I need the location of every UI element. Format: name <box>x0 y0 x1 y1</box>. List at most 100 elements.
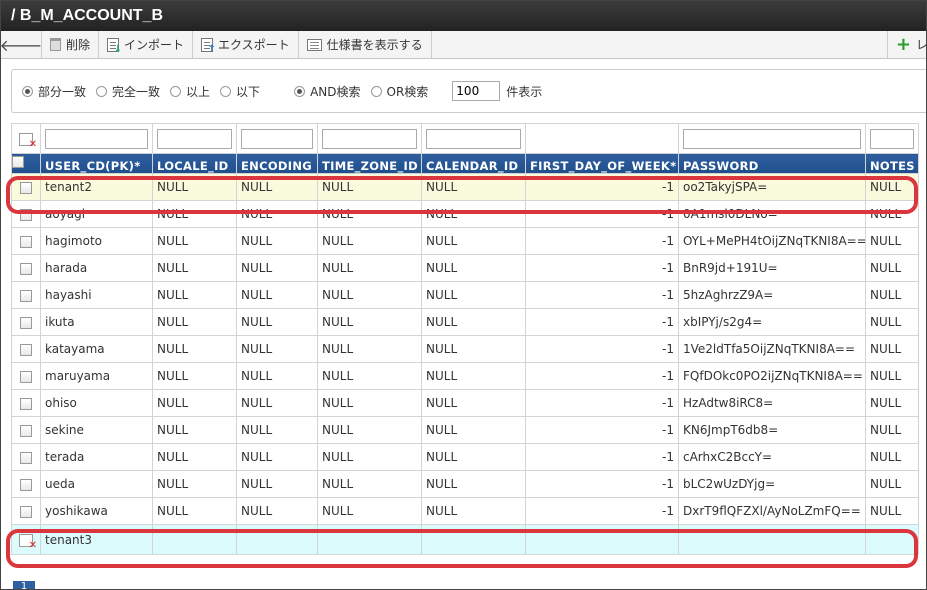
cell-locale[interactable]: NULL <box>152 362 237 390</box>
cell-encoding[interactable]: NULL <box>236 443 318 471</box>
cell-password[interactable]: 0A1msl0DLNo= <box>678 200 866 228</box>
cell-cal[interactable]: NULL <box>421 173 526 201</box>
cell-notes[interactable]: NULL <box>865 470 919 498</box>
back-button[interactable]: 🡐 <box>1 31 42 58</box>
cell-encoding[interactable]: NULL <box>236 497 318 525</box>
cell-notes[interactable]: NULL <box>865 497 919 525</box>
column-header[interactable]: NOTES <box>865 153 919 174</box>
cell-cal[interactable]: NULL <box>421 281 526 309</box>
cell-notes[interactable]: NULL <box>865 308 919 336</box>
cell-user[interactable]: katayama <box>40 335 153 363</box>
cell-password[interactable]: 5hzAghrzZ9A= <box>678 281 866 309</box>
cell-tz[interactable]: NULL <box>317 497 422 525</box>
cell-locale[interactable]: NULL <box>152 308 237 336</box>
cell-password[interactable]: KN6JmpT6db8= <box>678 416 866 444</box>
row-checkbox[interactable] <box>20 181 32 194</box>
cell-user[interactable]: ueda <box>40 470 153 498</box>
table-row[interactable]: ohiso NULL NULL NULL NULL -1 HzAdtw8iRC8= NULL <box>11 389 919 417</box>
table-row[interactable]: maruyama NULL NULL NULL NULL -1 FQfDOkc0PO2ijZ… <box>11 362 919 390</box>
column-header[interactable]: TIME_ZONE_ID <box>317 153 422 174</box>
remove-new-row-icon[interactable] <box>19 533 37 551</box>
cell-tz[interactable]: NULL <box>317 173 422 201</box>
column-header[interactable]: PASSWORD <box>678 153 866 174</box>
cell-fdow[interactable]: -1 <box>525 308 679 336</box>
cell-notes[interactable]: NULL <box>865 281 919 309</box>
cell-notes[interactable]: NULL <box>865 362 919 390</box>
cell-fdow[interactable]: -1 <box>525 173 679 201</box>
match-lte-option[interactable]: 以下 <box>220 83 260 100</box>
cell-locale[interactable]: NULL <box>152 200 237 228</box>
cell-encoding[interactable]: NULL <box>236 389 318 417</box>
row-checkbox[interactable] <box>20 235 32 248</box>
new-row-cell[interactable] <box>152 524 237 555</box>
match-gte-option[interactable]: 以上 <box>170 83 210 100</box>
cell-tz[interactable]: NULL <box>317 227 422 255</box>
cell-password[interactable]: xbIPYj/s2g4= <box>678 308 866 336</box>
cell-notes[interactable]: NULL <box>865 389 919 417</box>
new-row[interactable]: tenant3 <box>11 524 919 555</box>
cell-locale[interactable]: NULL <box>152 281 237 309</box>
cell-encoding[interactable]: NULL <box>236 173 318 201</box>
table-row[interactable]: terada NULL NULL NULL NULL -1 cArhxC2BccY= NULL <box>11 443 919 471</box>
cell-locale[interactable]: NULL <box>152 335 237 363</box>
cell-encoding[interactable]: NULL <box>236 416 318 444</box>
cell-notes[interactable]: NULL <box>865 200 919 228</box>
row-checkbox[interactable] <box>20 370 32 383</box>
or-search-option[interactable]: OR検索 <box>370 83 428 100</box>
column-header[interactable]: FIRST_DAY_OF_WEEK* <box>525 153 679 174</box>
cell-cal[interactable]: NULL <box>421 254 526 282</box>
cell-password[interactable]: FQfDOkc0PO2ijZNqTKNI8A== <box>678 362 866 390</box>
cell-encoding[interactable]: NULL <box>236 281 318 309</box>
cell-fdow[interactable]: -1 <box>525 335 679 363</box>
cell-tz[interactable]: NULL <box>317 389 422 417</box>
cell-password[interactable]: DxrT9flQFZXl/AyNoLZmFQ== <box>678 497 866 525</box>
filter-notes[interactable] <box>870 128 914 149</box>
select-all-checkbox[interactable] <box>12 155 24 168</box>
table-row[interactable]: ikuta NULL NULL NULL NULL -1 xbIPYj/s2g4= NULL <box>11 308 919 336</box>
new-row-user-cd[interactable]: tenant3 <box>40 524 153 555</box>
row-checkbox[interactable] <box>20 451 32 464</box>
row-checkbox[interactable] <box>20 262 32 275</box>
cell-fdow[interactable]: -1 <box>525 416 679 444</box>
filter-user-cd[interactable] <box>45 128 148 149</box>
column-header[interactable]: CALENDAR_ID <box>421 153 526 174</box>
row-checkbox[interactable] <box>20 343 32 356</box>
cell-encoding[interactable]: NULL <box>236 254 318 282</box>
new-row-cell[interactable] <box>678 524 866 555</box>
cell-fdow[interactable]: -1 <box>525 254 679 282</box>
table-row[interactable]: ueda NULL NULL NULL NULL -1 bLC2wUzDYjg= NULL <box>11 470 919 498</box>
table-row[interactable]: katayama NULL NULL NULL NULL -1 1Ve2ldTfa5OijZ… <box>11 335 919 363</box>
table-row[interactable]: hayashi NULL NULL NULL NULL -1 5hzAghrzZ9A= NUL… <box>11 281 919 309</box>
cell-user[interactable]: yoshikawa <box>40 497 153 525</box>
cell-user[interactable]: harada <box>40 254 153 282</box>
add-record-button[interactable]: + レ <box>886 31 926 58</box>
cell-user[interactable]: hayashi <box>40 281 153 309</box>
cell-locale[interactable]: NULL <box>152 227 237 255</box>
show-spec-button[interactable]: 仕様書を表示する <box>299 31 432 58</box>
cell-locale[interactable]: NULL <box>152 470 237 498</box>
cell-password[interactable]: bLC2wUzDYjg= <box>678 470 866 498</box>
cell-password[interactable]: cArhxC2BccY= <box>678 443 866 471</box>
cell-fdow[interactable]: -1 <box>525 389 679 417</box>
row-checkbox[interactable] <box>20 316 32 329</box>
cell-fdow[interactable]: -1 <box>525 200 679 228</box>
cell-cal[interactable]: NULL <box>421 470 526 498</box>
export-button[interactable]: エクスポート <box>193 31 299 58</box>
delete-button[interactable]: 削除 <box>42 31 100 58</box>
cell-cal[interactable]: NULL <box>421 335 526 363</box>
table-row[interactable]: tenant2 NULL NULL NULL NULL -1 oo2TakyjSPA= NUL… <box>11 173 919 201</box>
cell-notes[interactable]: NULL <box>865 443 919 471</box>
table-row[interactable]: harada NULL NULL NULL NULL -1 BnR9jd+191U= NULL <box>11 254 919 282</box>
cell-tz[interactable]: NULL <box>317 470 422 498</box>
cell-locale[interactable]: NULL <box>152 389 237 417</box>
pager-current-page[interactable]: 1 <box>13 581 35 589</box>
cell-locale[interactable]: NULL <box>152 416 237 444</box>
table-row[interactable]: sekine NULL NULL NULL NULL -1 KN6JmpT6db8= NULL <box>11 416 919 444</box>
cell-fdow[interactable]: -1 <box>525 497 679 525</box>
cell-locale[interactable]: NULL <box>152 173 237 201</box>
new-row-cell[interactable] <box>865 524 919 555</box>
match-exact-option[interactable]: 完全一致 <box>96 83 160 100</box>
cell-user[interactable]: sekine <box>40 416 153 444</box>
cell-tz[interactable]: NULL <box>317 200 422 228</box>
filter-locale-id[interactable] <box>157 128 232 149</box>
